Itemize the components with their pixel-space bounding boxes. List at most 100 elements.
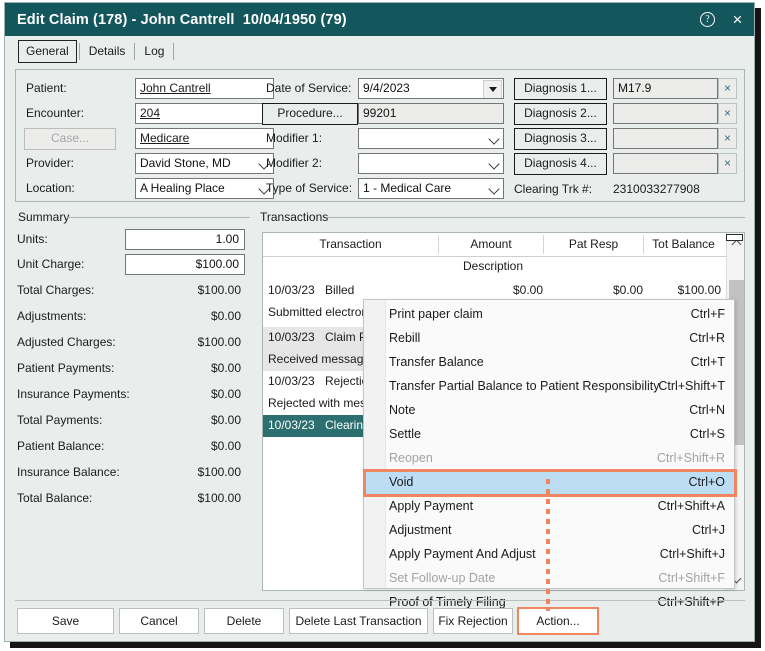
unit-charge-input[interactable]: $100.00 (125, 254, 245, 275)
screenshot-root: Edit Claim (178) - John Cantrell 10/04/1… (0, 0, 765, 651)
modifier2-combo[interactable] (358, 153, 504, 174)
menu-item-shortcut: Ctrl+O (688, 475, 725, 489)
menu-item-shortcut: Ctrl+Shift+R (656, 451, 725, 465)
menu-item-label: Proof of Timely Filing (389, 595, 506, 609)
menu-item-apply-payment-and-adjust[interactable]: Apply Payment And Adjust Ctrl+Shift+J (365, 543, 735, 567)
action-button[interactable]: Action... (517, 607, 599, 635)
provider-value: David Stone, MD (140, 156, 231, 170)
menu-item-label: Note (389, 403, 416, 417)
encounter-field[interactable]: 204 (135, 103, 274, 124)
footer-divider (15, 600, 745, 601)
menu-item-apply-payment[interactable]: Apply Payment Ctrl+Shift+A (365, 495, 735, 519)
summary-row-label: Total Payments: (17, 413, 103, 427)
menu-item-label: Print paper claim (389, 307, 483, 321)
summary-group-label: Summary (15, 210, 73, 224)
summary-row: Patient Payments: $0.00 (5, 358, 245, 382)
procedure-button[interactable]: Procedure... (262, 103, 358, 125)
menu-item-set-follow-up-date: Set Follow-up Date Ctrl+Shift+F (365, 567, 735, 591)
row-date: 10/03/23 (268, 283, 315, 297)
menu-item-shortcut: Ctrl+F (690, 307, 725, 321)
close-button[interactable]: × (729, 11, 746, 28)
delete-last-transaction-button[interactable]: Delete Last Transaction (289, 608, 428, 634)
clear-diagnosis-1-icon[interactable]: × (718, 78, 737, 99)
tab-details[interactable]: Details (82, 41, 133, 62)
menu-item-label: Set Follow-up Date (389, 571, 496, 585)
diagnosis-2-field[interactable] (613, 103, 718, 124)
menu-item-print-paper-claim[interactable]: Print paper claim Ctrl+F (365, 303, 735, 327)
menu-item-shortcut: Ctrl+Shift+P (657, 595, 725, 609)
clear-diagnosis-2-icon[interactable]: × (718, 103, 737, 124)
tab-general[interactable]: General (18, 39, 77, 63)
menu-item-adjustment[interactable]: Adjustment Ctrl+J (365, 519, 735, 543)
column-header-tot-balance[interactable]: Tot Balance (644, 237, 723, 251)
summary-row: Insurance Balance: $100.00 (5, 462, 245, 486)
diagnosis-1-field[interactable]: M17.9 (613, 78, 718, 99)
case-button[interactable]: Case... (24, 128, 116, 150)
menu-item-void[interactable]: Void Ctrl+O (363, 469, 737, 497)
title-bar-buttons: ? × (699, 3, 746, 36)
summary-row-label: Total Balance: (17, 491, 93, 505)
units-input[interactable]: 1.00 (125, 229, 245, 250)
title-bar: Edit Claim (178) - John Cantrell 10/04/1… (5, 3, 754, 36)
summary-row-unit-charge: Unit Charge: $100.00 (5, 254, 245, 278)
column-header-pat-resp[interactable]: Pat Resp (544, 237, 643, 251)
encounter-label: Encounter: (26, 106, 85, 120)
edit-claim-window: Edit Claim (178) - John Cantrell 10/04/1… (4, 2, 755, 642)
menu-item-reopen: Reopen Ctrl+Shift+R (365, 447, 735, 471)
summary-row-label: Insurance Balance: (17, 465, 120, 479)
diagnosis-3-button[interactable]: Diagnosis 3... (514, 128, 607, 150)
transactions-grid-header: Transaction Amount Pat Resp Tot Balance (263, 233, 744, 257)
case-field[interactable]: Medicare (135, 128, 274, 149)
summary-row: Insurance Payments: $0.00 (5, 384, 245, 408)
tab-strip: General Details Log (5, 36, 754, 66)
menu-item-transfer-balance[interactable]: Transfer Balance Ctrl+T (365, 351, 735, 375)
diagnosis-4-field[interactable] (613, 153, 718, 174)
menu-item-note[interactable]: Note Ctrl+N (365, 399, 735, 423)
clear-diagnosis-4-icon[interactable]: × (718, 153, 737, 174)
menu-item-settle[interactable]: Settle Ctrl+S (365, 423, 735, 447)
column-header-transaction[interactable]: Transaction (263, 237, 438, 251)
summary-row-value: $100.00 (197, 283, 241, 297)
type-of-service-value: 1 - Medical Care (363, 181, 452, 195)
type-of-service-combo[interactable]: 1 - Medical Care (358, 178, 504, 199)
diagnosis-2-button[interactable]: Diagnosis 2... (514, 103, 607, 125)
cancel-button[interactable]: Cancel (119, 608, 199, 634)
date-picker-button[interactable] (483, 80, 502, 98)
menu-item-transfer-partial-balance[interactable]: Transfer Partial Balance to Patient Resp… (365, 375, 735, 399)
menu-item-rebill[interactable]: Rebill Ctrl+R (365, 327, 735, 351)
delete-button[interactable]: Delete (204, 608, 284, 634)
menu-item-label: Transfer Balance (389, 355, 484, 369)
menu-item-shortcut: Ctrl+T (690, 355, 725, 369)
summary-row-value: $0.00 (210, 439, 241, 453)
provider-combo[interactable]: David Stone, MD (135, 153, 274, 174)
date-of-service-field[interactable]: 9/4/2023 (358, 78, 504, 99)
location-combo[interactable]: A Healing Place (135, 178, 274, 199)
row-date: 10/03/23 (268, 374, 315, 388)
column-header-amount[interactable]: Amount (439, 237, 543, 251)
patient-field[interactable]: John Cantrell (135, 78, 274, 99)
summary-row-value: $0.00 (210, 361, 241, 375)
transactions-group-rule (327, 217, 745, 218)
save-button[interactable]: Save (17, 608, 114, 634)
modifier1-label: Modifier 1: (266, 131, 323, 145)
help-button[interactable]: ? (699, 11, 716, 28)
type-of-service-label: Type of Service: (266, 181, 353, 195)
procedure-field[interactable]: 99201 (358, 103, 504, 124)
tab-log[interactable]: Log (137, 41, 171, 62)
location-value: A Healing Place (140, 181, 225, 195)
menu-item-label: Rebill (389, 331, 421, 345)
summary-row-value: $0.00 (210, 413, 241, 427)
summary-group-rule (67, 217, 250, 218)
location-label: Location: (26, 181, 75, 195)
diagnosis-1-button[interactable]: Diagnosis 1... (514, 78, 607, 100)
fix-rejection-button[interactable]: Fix Rejection (433, 608, 513, 634)
clear-diagnosis-3-icon[interactable]: × (718, 128, 737, 149)
diagnosis-3-field[interactable] (613, 128, 718, 149)
diagnosis-4-button[interactable]: Diagnosis 4... (514, 153, 607, 175)
clearing-trk-value: 2310033277908 (613, 182, 700, 196)
caret-down-icon (488, 87, 497, 92)
modifier1-combo[interactable] (358, 128, 504, 149)
menu-item-label: Reopen (389, 451, 433, 465)
provider-label: Provider: (26, 156, 75, 170)
patient-label: Patient: (26, 81, 67, 95)
